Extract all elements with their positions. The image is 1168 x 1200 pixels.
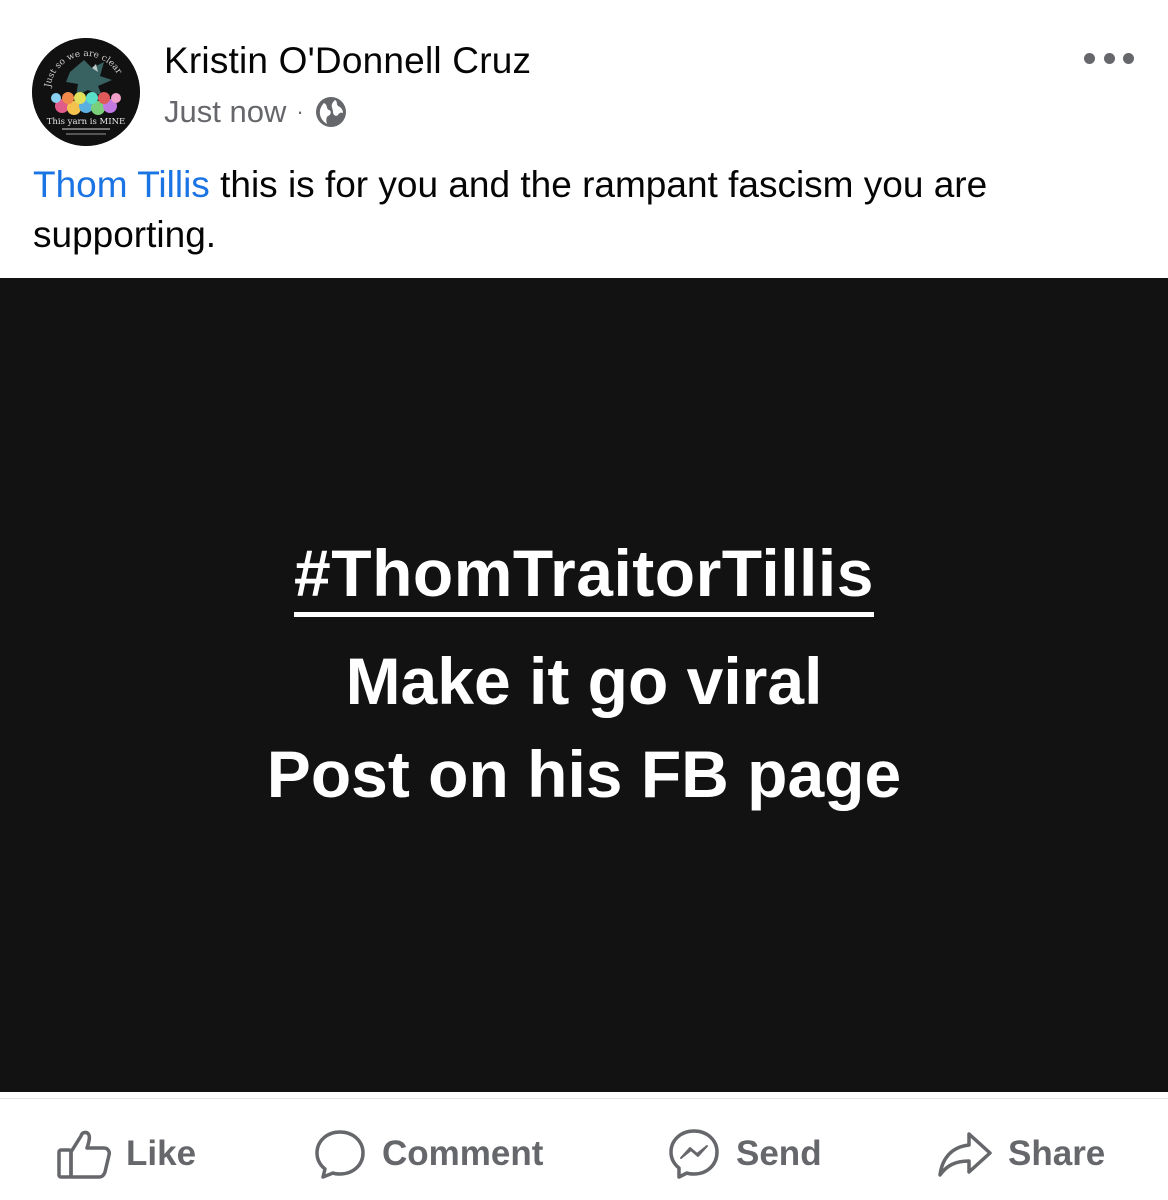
thumbs-up-icon [57, 1130, 111, 1179]
post-actions-bar: Like Comment Send Share [0, 1118, 1168, 1190]
comment-bubble-icon [315, 1130, 365, 1179]
more-options-icon[interactable] [1084, 46, 1134, 70]
share-label: Share [1008, 1134, 1106, 1173]
post-text: Thom Tillis this is for you and the ramp… [33, 160, 1143, 260]
comment-label: Comment [382, 1134, 544, 1173]
image-text-line-3: Post on his FB page [266, 737, 902, 811]
post-meta: Just now · [164, 92, 348, 132]
share-button[interactable]: Share [936, 1118, 1105, 1190]
mention-link[interactable]: Thom Tillis [33, 164, 210, 205]
meta-separator: · [296, 99, 304, 124]
image-hashtag: #ThomTraitorTillis [294, 536, 874, 617]
author-name[interactable]: Kristin O'Donnell Cruz [164, 40, 531, 82]
post-timestamp[interactable]: Just now [164, 94, 286, 130]
avatar-bottom-text: This yarn is MINE [47, 117, 126, 127]
share-arrow-icon [938, 1132, 992, 1177]
like-button[interactable]: Like [56, 1118, 196, 1190]
globe-icon[interactable] [314, 95, 348, 129]
yarn-dragon-avatar-icon: Just so we are clear This yarn is MINE [32, 38, 140, 146]
image-text-line-2: Make it go viral [345, 644, 823, 718]
author-avatar[interactable]: Just so we are clear This yarn is MINE [32, 38, 140, 146]
comment-button[interactable]: Comment [312, 1118, 543, 1190]
send-label: Send [736, 1134, 822, 1173]
post-image[interactable]: #ThomTraitorTillis Make it go viral Post… [0, 278, 1168, 1092]
actions-divider [0, 1098, 1168, 1099]
image-hashtag-line: #ThomTraitorTillis [0, 535, 1168, 617]
messenger-icon [669, 1129, 719, 1179]
like-label: Like [126, 1134, 197, 1173]
facebook-post: Just so we are clear This yarn is MINE K… [0, 0, 1168, 1200]
send-button[interactable]: Send [666, 1118, 822, 1190]
